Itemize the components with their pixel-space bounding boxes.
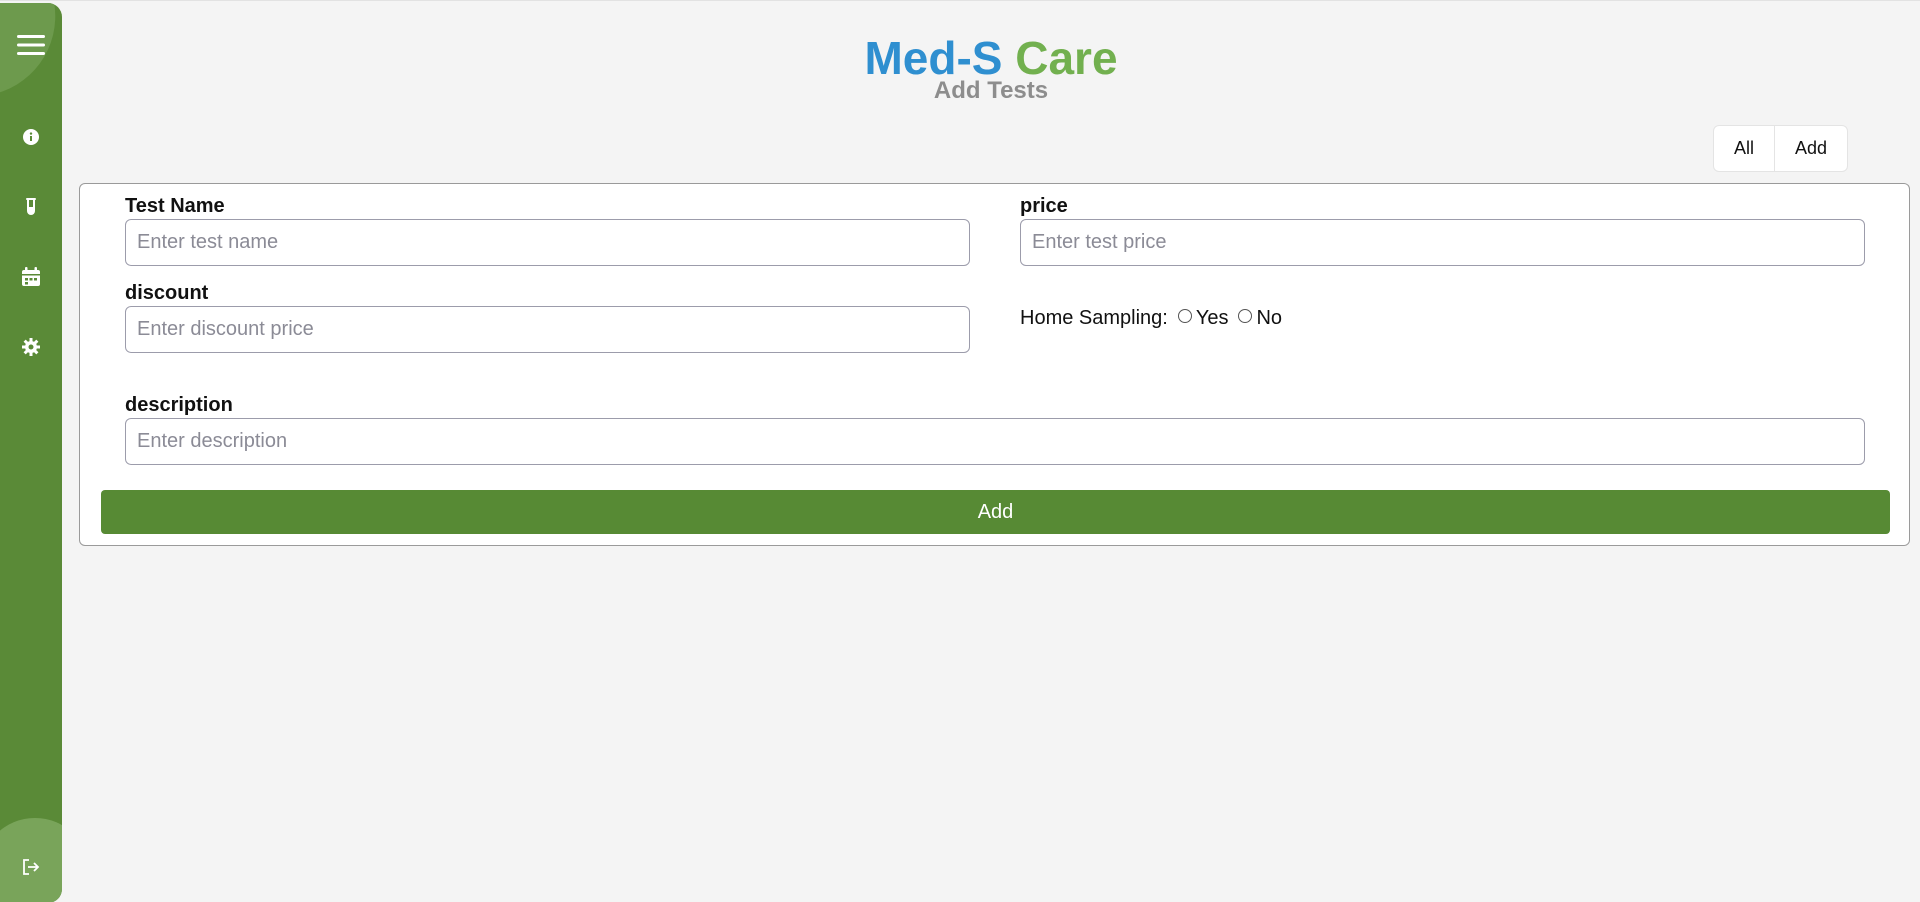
test-name-label: Test Name: [125, 195, 225, 217]
info-icon[interactable]: [0, 123, 62, 151]
description-label: description: [125, 394, 233, 416]
menu-icon[interactable]: [0, 31, 62, 59]
gear-icon[interactable]: [0, 333, 62, 361]
page-title: Add Tests: [933, 77, 1049, 104]
home-sampling-group: Home Sampling: Yes No: [1020, 307, 1282, 330]
description-input[interactable]: [125, 418, 1865, 465]
add-test-form: Test Name price discount Home Sampling: …: [79, 183, 1910, 546]
view-toggle: All Add: [1713, 125, 1849, 172]
price-label: price: [1020, 195, 1068, 217]
home-sampling-label: Home Sampling:: [1020, 307, 1168, 329]
test-tube-icon[interactable]: [0, 193, 62, 221]
home-sampling-no-label[interactable]: No: [1256, 307, 1282, 330]
add-tab-button[interactable]: Add: [1774, 126, 1847, 171]
discount-input[interactable]: [125, 306, 970, 353]
discount-label: discount: [125, 282, 209, 304]
calendar-icon[interactable]: [0, 263, 62, 291]
home-sampling-yes-label[interactable]: Yes: [1196, 307, 1229, 330]
home-sampling-no-radio[interactable]: [1238, 308, 1253, 323]
price-input[interactable]: [1020, 219, 1865, 266]
home-sampling-yes-radio[interactable]: [1177, 308, 1192, 323]
add-test-submit-button[interactable]: Add: [101, 490, 1890, 534]
sidebar: [0, 3, 62, 902]
logout-icon[interactable]: [0, 853, 62, 881]
test-name-input[interactable]: [125, 219, 970, 266]
all-button[interactable]: All: [1714, 126, 1774, 171]
